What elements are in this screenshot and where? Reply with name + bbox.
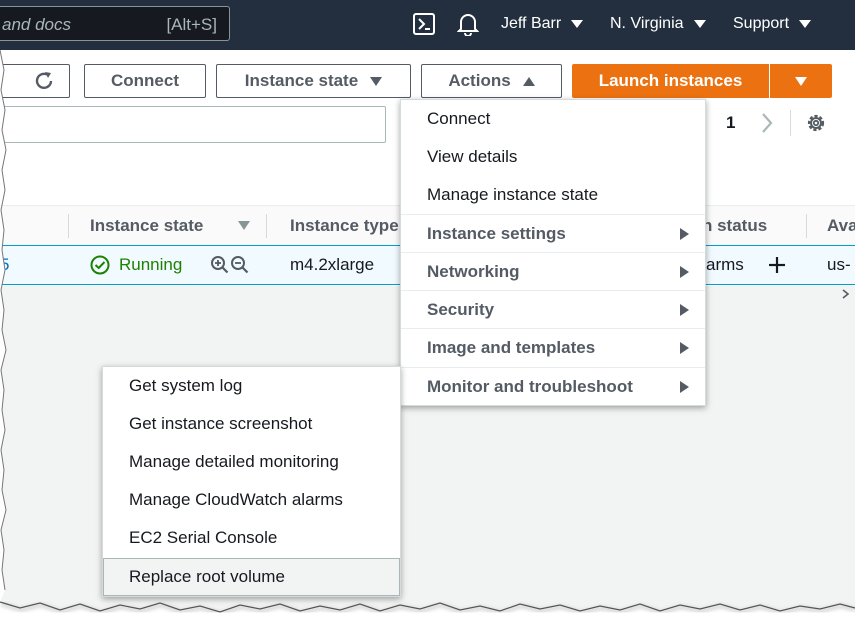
zoom-in-icon[interactable]	[210, 255, 229, 279]
menu-item-replace-root-volume[interactable]: Replace root volume	[103, 558, 400, 596]
top-navigation-bar: and docs [Alt+S] Jeff Barr N. Virginia S…	[0, 0, 864, 50]
menu-item-label: Connect	[427, 109, 491, 128]
menu-item-label: Manage detailed monitoring	[129, 452, 339, 471]
menu-item-label: Replace root volume	[129, 567, 285, 586]
user-name: Jeff Barr	[501, 15, 562, 32]
menu-item-label: Manage CloudWatch alarms	[129, 490, 343, 509]
refresh-icon	[35, 72, 52, 90]
search-shortcut: [Alt+S]	[166, 15, 217, 34]
menu-group-instance-settings[interactable]: Instance settings	[401, 214, 705, 252]
menu-group-image-and-templates[interactable]: Image and templates	[401, 328, 705, 366]
menu-item-label: Get system log	[129, 376, 243, 395]
menu-group-label: Instance settings	[427, 224, 566, 243]
sort-down-icon[interactable]	[238, 221, 250, 230]
instance-type-value: m4.2xlarge	[290, 255, 375, 274]
connect-button[interactable]: Connect	[84, 64, 206, 98]
caret-right-icon	[680, 342, 689, 354]
caret-right-icon	[680, 266, 689, 278]
support-label: Support	[733, 15, 790, 32]
menu-group-monitor-and-troubleshoot[interactable]: Monitor and troubleshoot	[401, 367, 705, 405]
current-page-number[interactable]: 1	[726, 113, 735, 133]
connect-label: Connect	[111, 71, 179, 90]
zoom-out-icon[interactable]	[230, 255, 249, 279]
actions-dropdown[interactable]: Actions	[421, 64, 562, 98]
menu-group-label: Image and templates	[427, 338, 596, 357]
monitor-submenu: Get system log Get instance screenshot M…	[102, 366, 401, 597]
menu-item-get-instance-screenshot[interactable]: Get instance screenshot	[103, 405, 400, 443]
menu-item-manage-instance-state[interactable]: Manage instance state	[401, 176, 705, 214]
menu-group-security[interactable]: Security	[401, 290, 705, 328]
menu-group-label: Networking	[427, 262, 520, 281]
instance-state-label: Instance state	[244, 71, 359, 90]
caret-right-icon	[680, 381, 689, 393]
instance-state-dropdown[interactable]: Instance state	[216, 64, 411, 98]
chevron-down-icon	[571, 20, 584, 28]
bell-icon[interactable]	[456, 12, 480, 41]
gear-icon[interactable]	[805, 112, 827, 139]
support-menu[interactable]: Support	[733, 15, 812, 33]
chevron-up-icon	[522, 76, 535, 86]
menu-item-ec2-serial-console[interactable]: EC2 Serial Console	[103, 519, 400, 557]
menu-item-label: Manage instance state	[427, 185, 599, 204]
menu-item-label: Get instance screenshot	[129, 414, 313, 433]
column-header-availability-zone[interactable]: Ava	[827, 216, 858, 236]
launch-instances-button[interactable]: Launch instances	[572, 64, 769, 98]
menu-group-label: Monitor and troubleshoot	[427, 377, 633, 396]
menu-item-label: EC2 Serial Console	[129, 528, 278, 547]
check-circle-icon	[90, 255, 110, 280]
menu-item-view-details[interactable]: View details	[401, 138, 705, 176]
availability-zone-value: us-	[827, 255, 851, 274]
chevron-right-icon[interactable]	[760, 112, 774, 139]
actions-menu: Connect View details Manage instance sta…	[400, 99, 706, 406]
refresh-button[interactable]	[0, 64, 70, 98]
search-input[interactable]: and docs [Alt+S]	[0, 6, 230, 41]
filter-instances-input[interactable]	[0, 106, 386, 143]
menu-item-connect[interactable]: Connect	[401, 100, 705, 138]
actions-label: Actions	[448, 71, 511, 90]
region-name: N. Virginia	[610, 15, 684, 32]
menu-group-networking[interactable]: Networking	[401, 252, 705, 290]
caret-right-icon	[680, 304, 689, 316]
chevron-down-icon	[799, 20, 812, 28]
cloudshell-icon[interactable]	[413, 13, 435, 40]
pager-divider	[790, 110, 791, 136]
instance-id-link[interactable]: 5	[0, 255, 9, 275]
column-divider	[266, 214, 267, 238]
launch-label: Launch instances	[598, 71, 743, 90]
column-divider	[806, 214, 807, 238]
menu-item-manage-cloudwatch-alarms[interactable]: Manage CloudWatch alarms	[103, 481, 400, 519]
instance-state-value: Running	[119, 255, 183, 274]
menu-item-manage-detailed-monitoring[interactable]: Manage detailed monitoring	[103, 443, 400, 481]
column-divider	[68, 214, 69, 238]
chevron-down-icon	[370, 76, 383, 86]
menu-item-label: View details	[427, 147, 518, 166]
column-header-instance-type[interactable]: Instance type	[290, 216, 399, 236]
menu-item-get-system-log[interactable]: Get system log	[103, 367, 400, 405]
column-header-instance-state[interactable]: Instance state	[90, 216, 203, 236]
chevron-down-icon	[795, 76, 807, 86]
alarm-status-value[interactable]: arms	[706, 255, 744, 275]
user-menu[interactable]: Jeff Barr	[501, 15, 584, 33]
caret-right-icon	[680, 228, 689, 240]
menu-group-label: Security	[427, 300, 495, 319]
region-menu[interactable]: N. Virginia	[610, 15, 706, 33]
chevron-down-icon	[693, 20, 706, 28]
search-placeholder: and docs	[2, 15, 71, 34]
column-header-alarm-status[interactable]: n status	[702, 216, 767, 236]
launch-options-button[interactable]	[770, 64, 832, 98]
scroll-right-icon[interactable]	[842, 289, 850, 299]
plus-icon[interactable]	[767, 255, 787, 280]
